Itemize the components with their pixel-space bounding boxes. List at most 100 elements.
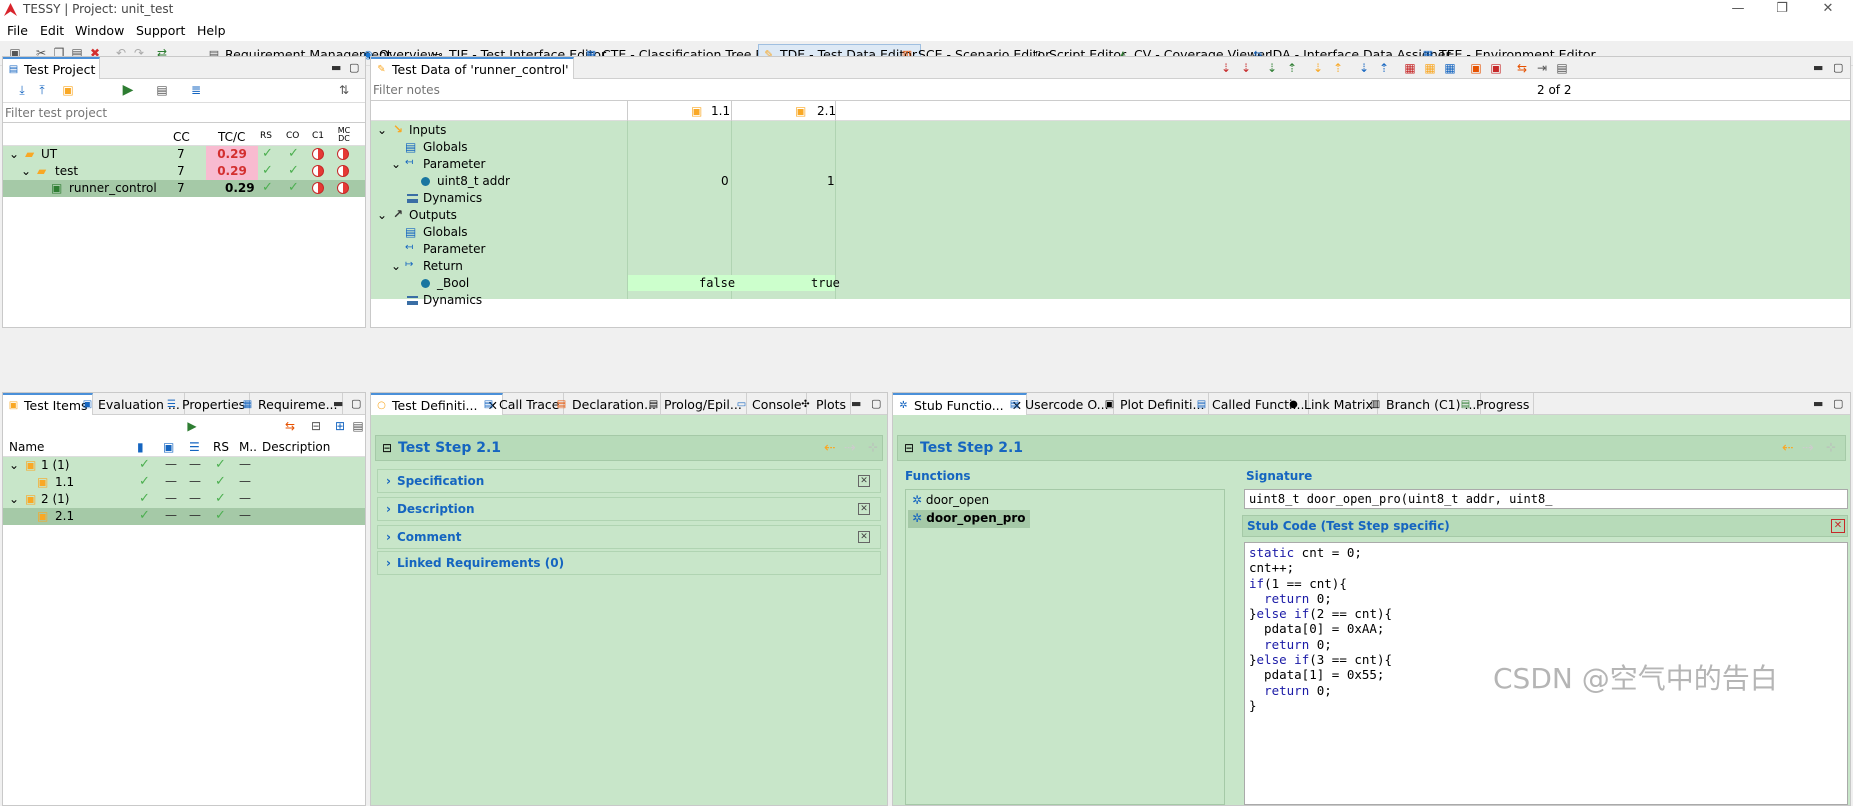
minimize-button[interactable]: — [1716, 0, 1760, 20]
signature-field[interactable]: uint8_t door_open_pro(uint8_t addr, uint… [1244, 489, 1848, 509]
tab-progress[interactable]: ▤ Progress [1455, 393, 1535, 415]
test-case-row[interactable]: ⌄ ▣ 1 (1) ✓ — — ✓ — [3, 457, 365, 474]
module-action-icon[interactable]: ▣ [1469, 61, 1483, 75]
out-globals-label[interactable]: Globals [423, 225, 468, 239]
col-tcc[interactable]: TC/C [218, 130, 245, 144]
clear-all-icon[interactable]: ⇣ [1239, 61, 1253, 75]
report-icon[interactable]: ▤ [155, 83, 169, 97]
minimize-panel-button[interactable]: ▬ [331, 61, 341, 74]
col-status-icon[interactable]: ▮ [137, 440, 144, 454]
add-all-icon[interactable]: ⇡ [1285, 61, 1299, 75]
expand-icon[interactable]: ⇥ [1535, 61, 1549, 75]
section-linked-requirements[interactable]: › Linked Requirements (0) [377, 551, 881, 575]
col-step-1-1[interactable]: 1.1 [711, 104, 730, 118]
test-step-row[interactable]: ▣ 1.1 ✓ — — ✓ — [3, 474, 365, 491]
col-name[interactable]: Name [9, 440, 44, 454]
chevron-down-icon[interactable]: ⌄ [9, 492, 19, 506]
col-description[interactable]: Description [262, 440, 330, 454]
menu-file[interactable]: File [7, 23, 28, 38]
new-item-icon[interactable]: ▣ [61, 83, 75, 97]
chevron-down-icon[interactable]: ⌄ [21, 164, 31, 178]
out-dynamics-label[interactable]: Dynamics [423, 293, 482, 307]
add-icon[interactable]: ⇣ [1265, 61, 1279, 75]
pin-icon[interactable]: ⊹ [868, 440, 878, 454]
tab-test-data[interactable]: ✎ Test Data of 'runner_control' [371, 57, 574, 79]
delete-icon[interactable]: ✕ [1831, 519, 1845, 533]
col-cc[interactable]: CC [173, 130, 190, 144]
col-step-2-1[interactable]: 2.1 [817, 104, 836, 118]
add-row-icon[interactable]: ⊞ [333, 419, 347, 433]
inputs-label[interactable]: Inputs [409, 123, 446, 137]
previous-icon[interactable]: ⇠ [1782, 440, 1794, 456]
menu-support[interactable]: Support [136, 23, 185, 38]
chevron-down-icon[interactable]: ⌄ [9, 458, 19, 472]
out-parameter-label[interactable]: Parameter [423, 242, 485, 256]
chevron-down-icon[interactable]: ⌄ [377, 123, 387, 137]
col-mcdc[interactable]: MC DC [337, 127, 351, 143]
pin-icon[interactable]: ⊹ [1826, 440, 1836, 454]
chevron-down-icon[interactable]: ⌄ [9, 147, 19, 161]
tree-row-runner-control[interactable]: ▣ runner_control 7 0.29 ✓ ✓ [3, 180, 365, 197]
return-name[interactable]: _Bool [437, 276, 469, 290]
maximize-panel-button[interactable]: ▢ [871, 397, 881, 410]
grid-alt-icon[interactable]: ▦ [1423, 61, 1437, 75]
next-icon[interactable]: ⇢ [1802, 440, 1814, 456]
insert-all-icon[interactable]: ⇡ [1377, 61, 1391, 75]
return-label[interactable]: Return [423, 259, 463, 273]
col-co[interactable]: CO [286, 131, 299, 141]
tree-row-test[interactable]: ⌄ ▰ test 7 0.29 ✓ ✓ [3, 163, 365, 180]
import-icon[interactable]: ⤓ [15, 83, 29, 97]
close-button[interactable]: ✕ [1806, 0, 1850, 20]
grid-icon[interactable]: ▦ [1403, 61, 1417, 75]
delete-icon[interactable]: ✕ [858, 503, 870, 515]
parameter-label[interactable]: Parameter [423, 157, 485, 171]
run-icon[interactable]: ▶ [185, 419, 199, 433]
maximize-panel-button[interactable]: ▢ [349, 61, 359, 74]
insert-icon[interactable]: ⇣ [1357, 61, 1371, 75]
col-module-icon[interactable]: ▣ [163, 440, 174, 454]
stack-icon[interactable]: ≣ [189, 83, 203, 97]
collapse-icon[interactable]: ⊟ [382, 441, 392, 455]
param-value-1-1[interactable]: 0 [721, 174, 729, 188]
maximize-panel-button[interactable]: ▢ [1833, 397, 1843, 410]
col-c1[interactable]: C1 [312, 131, 324, 141]
function-item-selected[interactable]: ✲ door_open_pro [908, 510, 1030, 528]
restore-button[interactable]: ❐ [1760, 0, 1804, 20]
table-icon[interactable]: ▤ [351, 419, 365, 433]
minimize-panel-button[interactable]: ▬ [333, 397, 343, 410]
next-icon[interactable]: ⇢ [844, 440, 856, 456]
minimize-panel-button[interactable]: ▬ [851, 397, 861, 410]
module-remove-icon[interactable]: ▣ [1489, 61, 1503, 75]
delete-icon[interactable]: ✕ [858, 531, 870, 543]
chevron-down-icon[interactable]: ⌄ [391, 259, 401, 273]
tab-requirements[interactable]: ▦ Requireme... [237, 393, 343, 415]
export-icon[interactable]: ⤒ [35, 83, 49, 97]
grid-blue-icon[interactable]: ▦ [1443, 61, 1457, 75]
move-down-icon[interactable]: ⇣ [1311, 61, 1325, 75]
run-icon[interactable]: ▶ [121, 83, 135, 97]
chevron-down-icon[interactable]: ⌄ [377, 208, 387, 222]
col-rs[interactable]: RS [213, 440, 229, 454]
import-icon[interactable]: ⇆ [283, 419, 297, 433]
tab-test-project[interactable]: ▤ Test Project [3, 57, 101, 79]
section-specification[interactable]: › Specification ✕ [377, 469, 881, 493]
minimize-panel-button[interactable]: ▬ [1813, 61, 1823, 74]
menu-window[interactable]: Window [75, 23, 124, 38]
chevron-down-icon[interactable]: ⌄ [391, 157, 401, 171]
maximize-panel-button[interactable]: ▢ [351, 397, 361, 410]
test-step-row[interactable]: ▣ 2.1 ✓ — — ✓ — [3, 508, 365, 525]
maximize-panel-button[interactable]: ▢ [1833, 61, 1843, 74]
menu-help[interactable]: Help [197, 23, 226, 38]
menu-edit[interactable]: Edit [40, 23, 64, 38]
return-value-2-1[interactable]: true [811, 276, 840, 290]
outputs-label[interactable]: Outputs [409, 208, 457, 222]
panel-menu-icon[interactable]: ▤ [1555, 61, 1569, 75]
col-rs[interactable]: RS [260, 131, 272, 141]
move-up-icon[interactable]: ⇡ [1331, 61, 1345, 75]
clear-icon[interactable]: ⇣ [1219, 61, 1233, 75]
tab-link-matrix[interactable]: ● Link Matrix [1283, 393, 1378, 415]
test-project-filter-input[interactable] [5, 105, 359, 121]
param-name[interactable]: uint8_t addr [437, 174, 510, 188]
minimize-panel-button[interactable]: ▬ [1813, 397, 1823, 410]
collapse-icon[interactable]: ⊟ [309, 419, 323, 433]
